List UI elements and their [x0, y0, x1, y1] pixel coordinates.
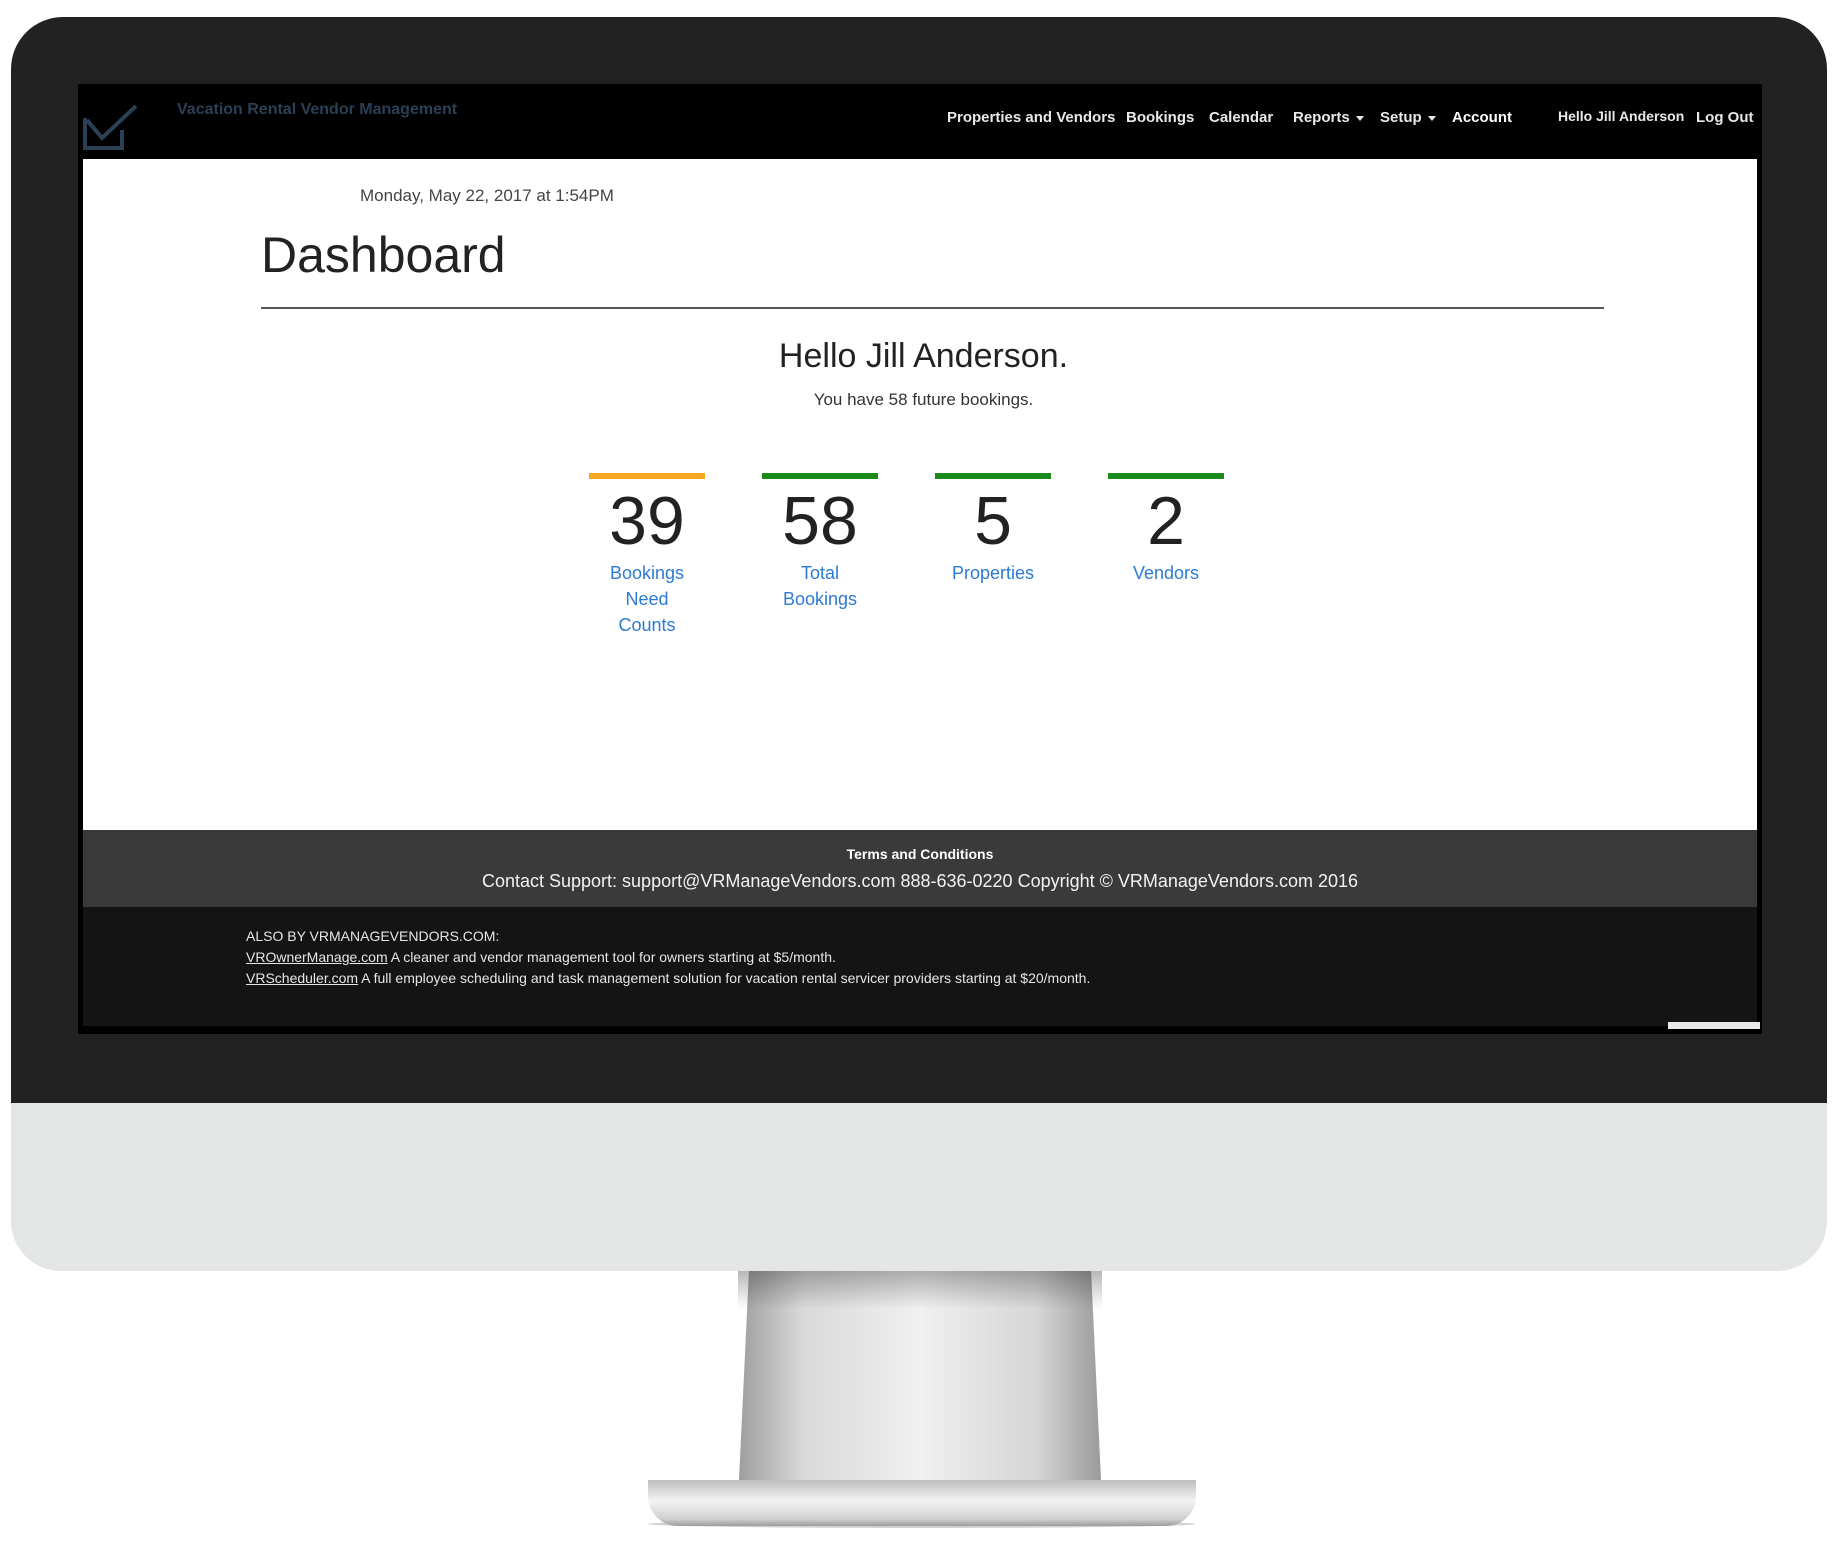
stat-value: 39	[609, 483, 685, 559]
nav-label: Calendar	[1209, 109, 1274, 126]
page-title: Dashboard	[261, 227, 506, 283]
product-description: A cleaner and vendor management tool for…	[387, 949, 836, 965]
welcome-heading: Hello Jill Anderson.	[778, 337, 1069, 375]
stat-color-bar	[589, 473, 705, 479]
also-by-section: ALSO BY VRMANAGEVENDORS.COM: VROwnerMana…	[83, 907, 1757, 1026]
stat-properties[interactable]: 5 Properties	[935, 473, 1051, 586]
current-datetime: Monday, May 22, 2017 at 1:54PM	[360, 186, 614, 205]
nav-label: Bookings	[1126, 109, 1195, 126]
stat-label-line: Vendors	[1132, 563, 1200, 583]
stat-label[interactable]: Bookings Need Counts	[589, 560, 705, 638]
nav-reports-dropdown[interactable]: Reports	[1293, 109, 1364, 126]
nav-bookings[interactable]: Bookings	[1126, 109, 1194, 126]
product-promo-line: VRScheduler.com A full employee scheduli…	[246, 970, 1090, 986]
stat-color-bar	[1108, 473, 1224, 479]
stat-bookings-need-counts[interactable]: 39 Bookings Need Counts	[589, 473, 705, 638]
stat-label[interactable]: Total Bookings	[762, 560, 878, 612]
monitor-stand-foot	[648, 1480, 1196, 1526]
terms-and-conditions-link[interactable]: Terms and Conditions	[83, 846, 1757, 862]
stat-label-line: Need	[625, 589, 669, 609]
stat-label-line: Bookings	[782, 589, 858, 609]
title-divider	[261, 307, 1604, 309]
stat-color-bar	[762, 473, 878, 479]
stat-value: 2	[1147, 483, 1185, 559]
stat-label-line: Total	[800, 563, 840, 583]
contact-support-text: Contact Support: support@VRManageVendors…	[481, 871, 1359, 891]
logout-link[interactable]: Log Out	[1696, 109, 1753, 126]
future-bookings-summary: You have 58 future bookings.	[813, 390, 1034, 409]
nav-setup-dropdown[interactable]: Setup	[1380, 109, 1436, 126]
monitor-chin	[11, 1103, 1827, 1271]
nav-properties-and-vendors[interactable]: Properties and Vendors	[947, 109, 1115, 126]
monitor-stand-shadow	[738, 1271, 1102, 1309]
vrscheduler-link[interactable]: VRScheduler.com	[246, 970, 358, 986]
nav-account[interactable]: Account	[1452, 109, 1512, 126]
nav-label: Reports	[1293, 109, 1350, 126]
stat-value: 5	[974, 483, 1012, 559]
site-footer: Terms and Conditions Contact Support: su…	[83, 830, 1757, 907]
nav-label: Setup	[1380, 109, 1422, 126]
product-description: A full employee scheduling and task mana…	[358, 970, 1091, 986]
stat-label-line: Bookings	[609, 563, 685, 583]
stat-color-bar	[935, 473, 1051, 479]
vrownermanage-link[interactable]: VROwnerManage.com	[246, 949, 388, 965]
checkmark-envelope-icon[interactable]	[82, 104, 138, 152]
stat-total-bookings[interactable]: 58 Total Bookings	[762, 473, 878, 612]
nav-calendar[interactable]: Calendar	[1209, 109, 1273, 126]
brand-title[interactable]: Vacation Rental Vendor Management	[177, 101, 457, 119]
top-navbar: Vacation Rental Vendor Management Proper…	[78, 84, 1762, 159]
stat-vendors[interactable]: 2 Vendors	[1108, 473, 1224, 586]
stat-value: 58	[782, 483, 858, 559]
user-greeting[interactable]: Hello Jill Anderson	[1558, 108, 1684, 124]
caret-down-icon	[1355, 115, 1364, 121]
stat-label[interactable]: Vendors	[1108, 560, 1224, 586]
screen: Vacation Rental Vendor Management Proper…	[78, 84, 1762, 1034]
stat-label-line: Properties	[951, 563, 1035, 583]
main-content: Monday, May 22, 2017 at 1:54PM Dashboard…	[83, 159, 1757, 830]
nav-label: Account	[1452, 109, 1512, 126]
product-promo-line: VROwnerManage.com A cleaner and vendor m…	[246, 949, 836, 965]
stat-label[interactable]: Properties	[935, 560, 1051, 586]
caret-down-icon	[1427, 115, 1436, 121]
also-by-heading: ALSO BY VRMANAGEVENDORS.COM:	[246, 928, 500, 944]
stat-label-line: Counts	[618, 615, 676, 635]
nav-label: Properties and Vendors	[947, 109, 1116, 126]
horizontal-scrollbar-thumb[interactable]	[1668, 1022, 1760, 1029]
